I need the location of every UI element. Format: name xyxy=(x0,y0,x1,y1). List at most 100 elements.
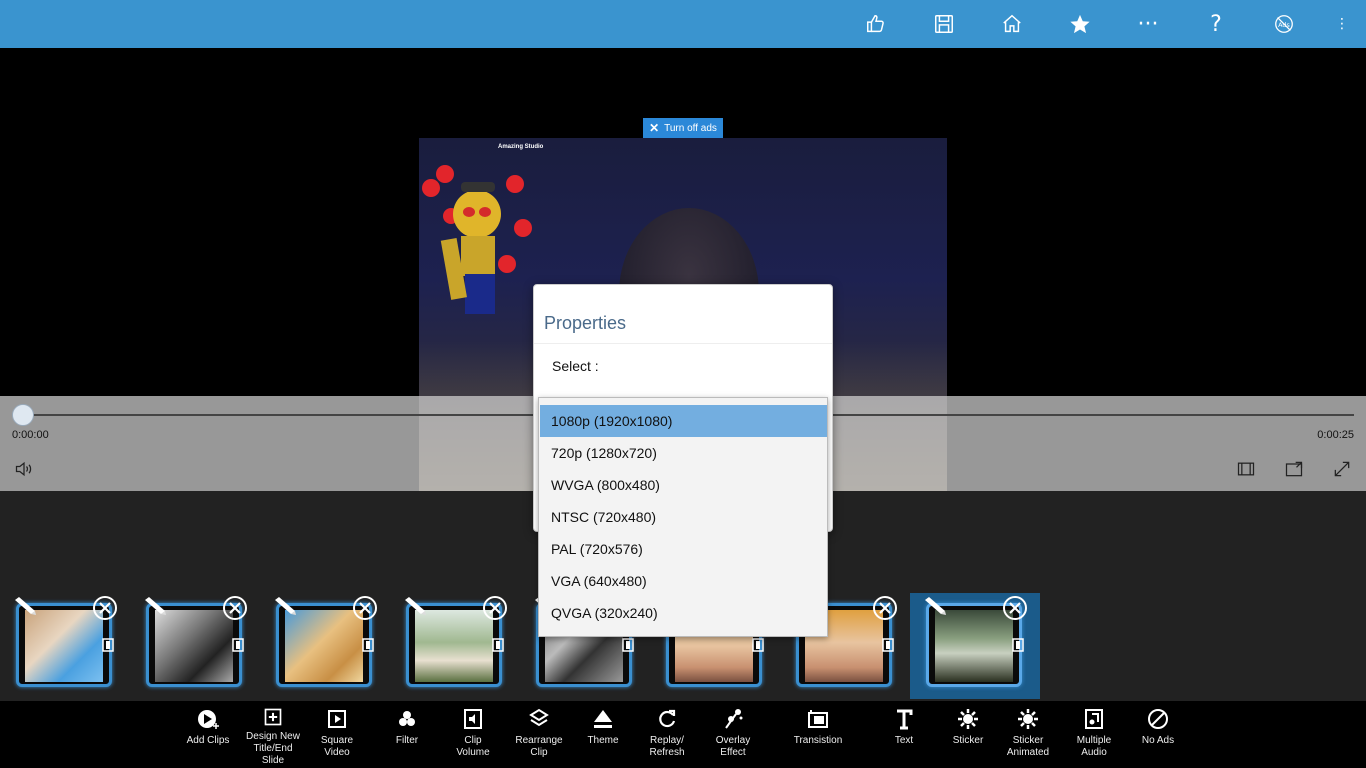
remove-clip-icon[interactable] xyxy=(92,595,118,621)
rearrange-icon xyxy=(529,708,549,727)
seek-thumb[interactable] xyxy=(12,404,34,426)
edit-clip-icon[interactable] xyxy=(142,595,170,617)
resolution-option[interactable]: VGA (640x480) xyxy=(540,565,827,597)
toolbar-item-overlay-effect[interactable]: Overlay Effect xyxy=(700,707,766,767)
home-icon xyxy=(1003,14,1021,33)
toolbar-item-replay[interactable]: Replay/ Refresh xyxy=(634,707,700,767)
fullscreen-button[interactable] xyxy=(1330,458,1354,480)
timeline-clip[interactable] xyxy=(145,596,247,687)
multiple-audio-icon xyxy=(1085,709,1103,729)
add-clips-icon xyxy=(198,710,219,729)
sticker-character[interactable] xyxy=(405,144,545,324)
toolbar-item-label: Transistion xyxy=(793,735,843,746)
remove-clip-icon[interactable] xyxy=(482,595,508,621)
toolbar-item-add-clips[interactable]: Add Clips xyxy=(175,707,241,767)
overflow-icon: ⋮ xyxy=(1335,16,1349,32)
toolbar-item-add-title[interactable]: Design New Title/End Slide xyxy=(240,707,306,767)
close-icon: ✕ xyxy=(649,121,660,135)
duplicate-clip-icon[interactable] xyxy=(880,637,896,653)
favorite-button[interactable] xyxy=(1060,6,1100,42)
duplicate-clip-icon[interactable] xyxy=(750,637,766,653)
edit-clip-icon[interactable] xyxy=(12,595,40,617)
resolution-option[interactable]: 720p (1280x720) xyxy=(540,437,827,469)
toolbar-item-no-ads[interactable]: No Ads xyxy=(1125,707,1191,767)
duplicate-clip-icon[interactable] xyxy=(1010,637,1026,653)
toolbar-item-multiple-audio[interactable]: Multiple Audio xyxy=(1061,707,1127,767)
resolution-option[interactable]: QVGA (320x240) xyxy=(540,597,827,629)
toolbar-item-transition[interactable]: Transistion xyxy=(785,707,851,767)
transition-icon xyxy=(808,710,828,728)
filter-icon xyxy=(399,711,415,726)
sticker-icon xyxy=(958,709,978,729)
resolution-option[interactable]: WVGA (800x480) xyxy=(540,469,827,501)
toolbar-item-theme[interactable]: Theme xyxy=(570,707,636,767)
current-time: 0:00:00 xyxy=(12,429,49,441)
theme-icon xyxy=(594,710,612,728)
turn-off-ads-label: Turn off ads xyxy=(664,122,717,134)
edit-clip-icon[interactable] xyxy=(402,595,430,617)
toolbar-item-clip-volume[interactable]: Clip Volume xyxy=(440,707,506,767)
ads-off-icon: Ads xyxy=(1275,15,1293,33)
volume-button[interactable] xyxy=(12,458,36,480)
more-button[interactable]: ··· xyxy=(1128,6,1168,42)
save-button[interactable] xyxy=(924,6,964,42)
toolbar-item-label: Square Video xyxy=(320,735,354,758)
timeline-clip[interactable] xyxy=(925,596,1027,687)
resolution-dropdown-list[interactable]: 1080p (1920x1080) 720p (1280x720) WVGA (80… xyxy=(538,397,828,637)
toolbar-item-sticker[interactable]: Sticker xyxy=(935,707,1001,767)
toolbar-item-label: Rearrange Clip xyxy=(515,735,563,758)
resolution-option[interactable]: NTSC (720x480) xyxy=(540,501,827,533)
resolution-option[interactable]: 1080p (1920x1080) xyxy=(540,405,827,437)
remove-clip-icon[interactable] xyxy=(1002,595,1028,621)
remove-clip-icon[interactable] xyxy=(222,595,248,621)
cast-icon xyxy=(1285,461,1303,477)
dialog-title: Properties xyxy=(544,313,627,333)
duplicate-clip-icon[interactable] xyxy=(100,637,116,653)
duplicate-clip-icon[interactable] xyxy=(620,637,636,653)
duplicate-clip-icon[interactable] xyxy=(490,637,506,653)
remove-clip-icon[interactable] xyxy=(352,595,378,621)
toolbar-item-filter[interactable]: Filter xyxy=(374,707,440,767)
ads-free-button[interactable]: Ads xyxy=(1264,6,1304,42)
replay-icon xyxy=(659,709,676,728)
edit-clip-icon[interactable] xyxy=(922,595,950,617)
dialog-divider xyxy=(534,343,832,344)
timeline-clip[interactable] xyxy=(405,596,507,687)
select-label: Select : xyxy=(552,358,599,374)
expand-icon xyxy=(1334,461,1350,477)
cast-button[interactable] xyxy=(1282,458,1306,480)
thumbs-up-icon xyxy=(867,15,884,33)
toolbar-item-label: Overlay Effect xyxy=(715,735,751,758)
overflow-menu-button[interactable]: ⋮ xyxy=(1322,6,1362,42)
title-bar: ··· ? Ads ⋮ xyxy=(0,0,1366,48)
timeline-clip[interactable] xyxy=(275,596,377,687)
duplicate-clip-icon[interactable] xyxy=(230,637,246,653)
aspect-ratio-button[interactable] xyxy=(1234,458,1258,480)
edit-clip-icon[interactable] xyxy=(272,595,300,617)
aspect-ratio-icon xyxy=(1237,462,1255,476)
timeline-clip[interactable] xyxy=(15,596,117,687)
toolbar-item-label: Design New Title/End Slide xyxy=(246,731,300,766)
animated-sticker-icon xyxy=(1018,709,1038,729)
like-button[interactable] xyxy=(856,6,896,42)
home-button[interactable] xyxy=(992,6,1032,42)
sticker-watermark: Amazing Studio xyxy=(498,144,544,150)
toolbar-item-label: Clip Volume xyxy=(456,735,490,758)
toolbar-item-label: Add Clips xyxy=(186,735,230,746)
resolution-option[interactable]: PAL (720x576) xyxy=(540,533,827,565)
remove-clip-icon[interactable] xyxy=(872,595,898,621)
help-icon: ? xyxy=(1210,11,1222,37)
help-button[interactable]: ? xyxy=(1196,6,1236,42)
toolbar-item-rearrange[interactable]: Rearrange Clip xyxy=(506,707,572,767)
toolbar-item-label: Replay/ Refresh xyxy=(649,735,685,758)
app-window: ··· ? Ads ⋮ Amazing Studio ✕ Turn off ad… xyxy=(0,0,1366,768)
toolbar-item-square-video[interactable]: Square Video xyxy=(304,707,370,767)
toolbar-item-animated-sticker[interactable]: Sticker Animated xyxy=(995,707,1061,767)
speaker-icon xyxy=(15,461,32,477)
turn-off-ads-button[interactable]: ✕ Turn off ads xyxy=(643,118,723,138)
duplicate-clip-icon[interactable] xyxy=(360,637,376,653)
toolbar-item-label: Sticker Animated xyxy=(1006,735,1050,758)
toolbar-item-label: Theme xyxy=(587,735,619,746)
toolbar-item-text[interactable]: Text xyxy=(871,707,937,767)
bottom-toolbar: Add Clips Design New Title/End Slide Squar… xyxy=(0,701,1366,768)
